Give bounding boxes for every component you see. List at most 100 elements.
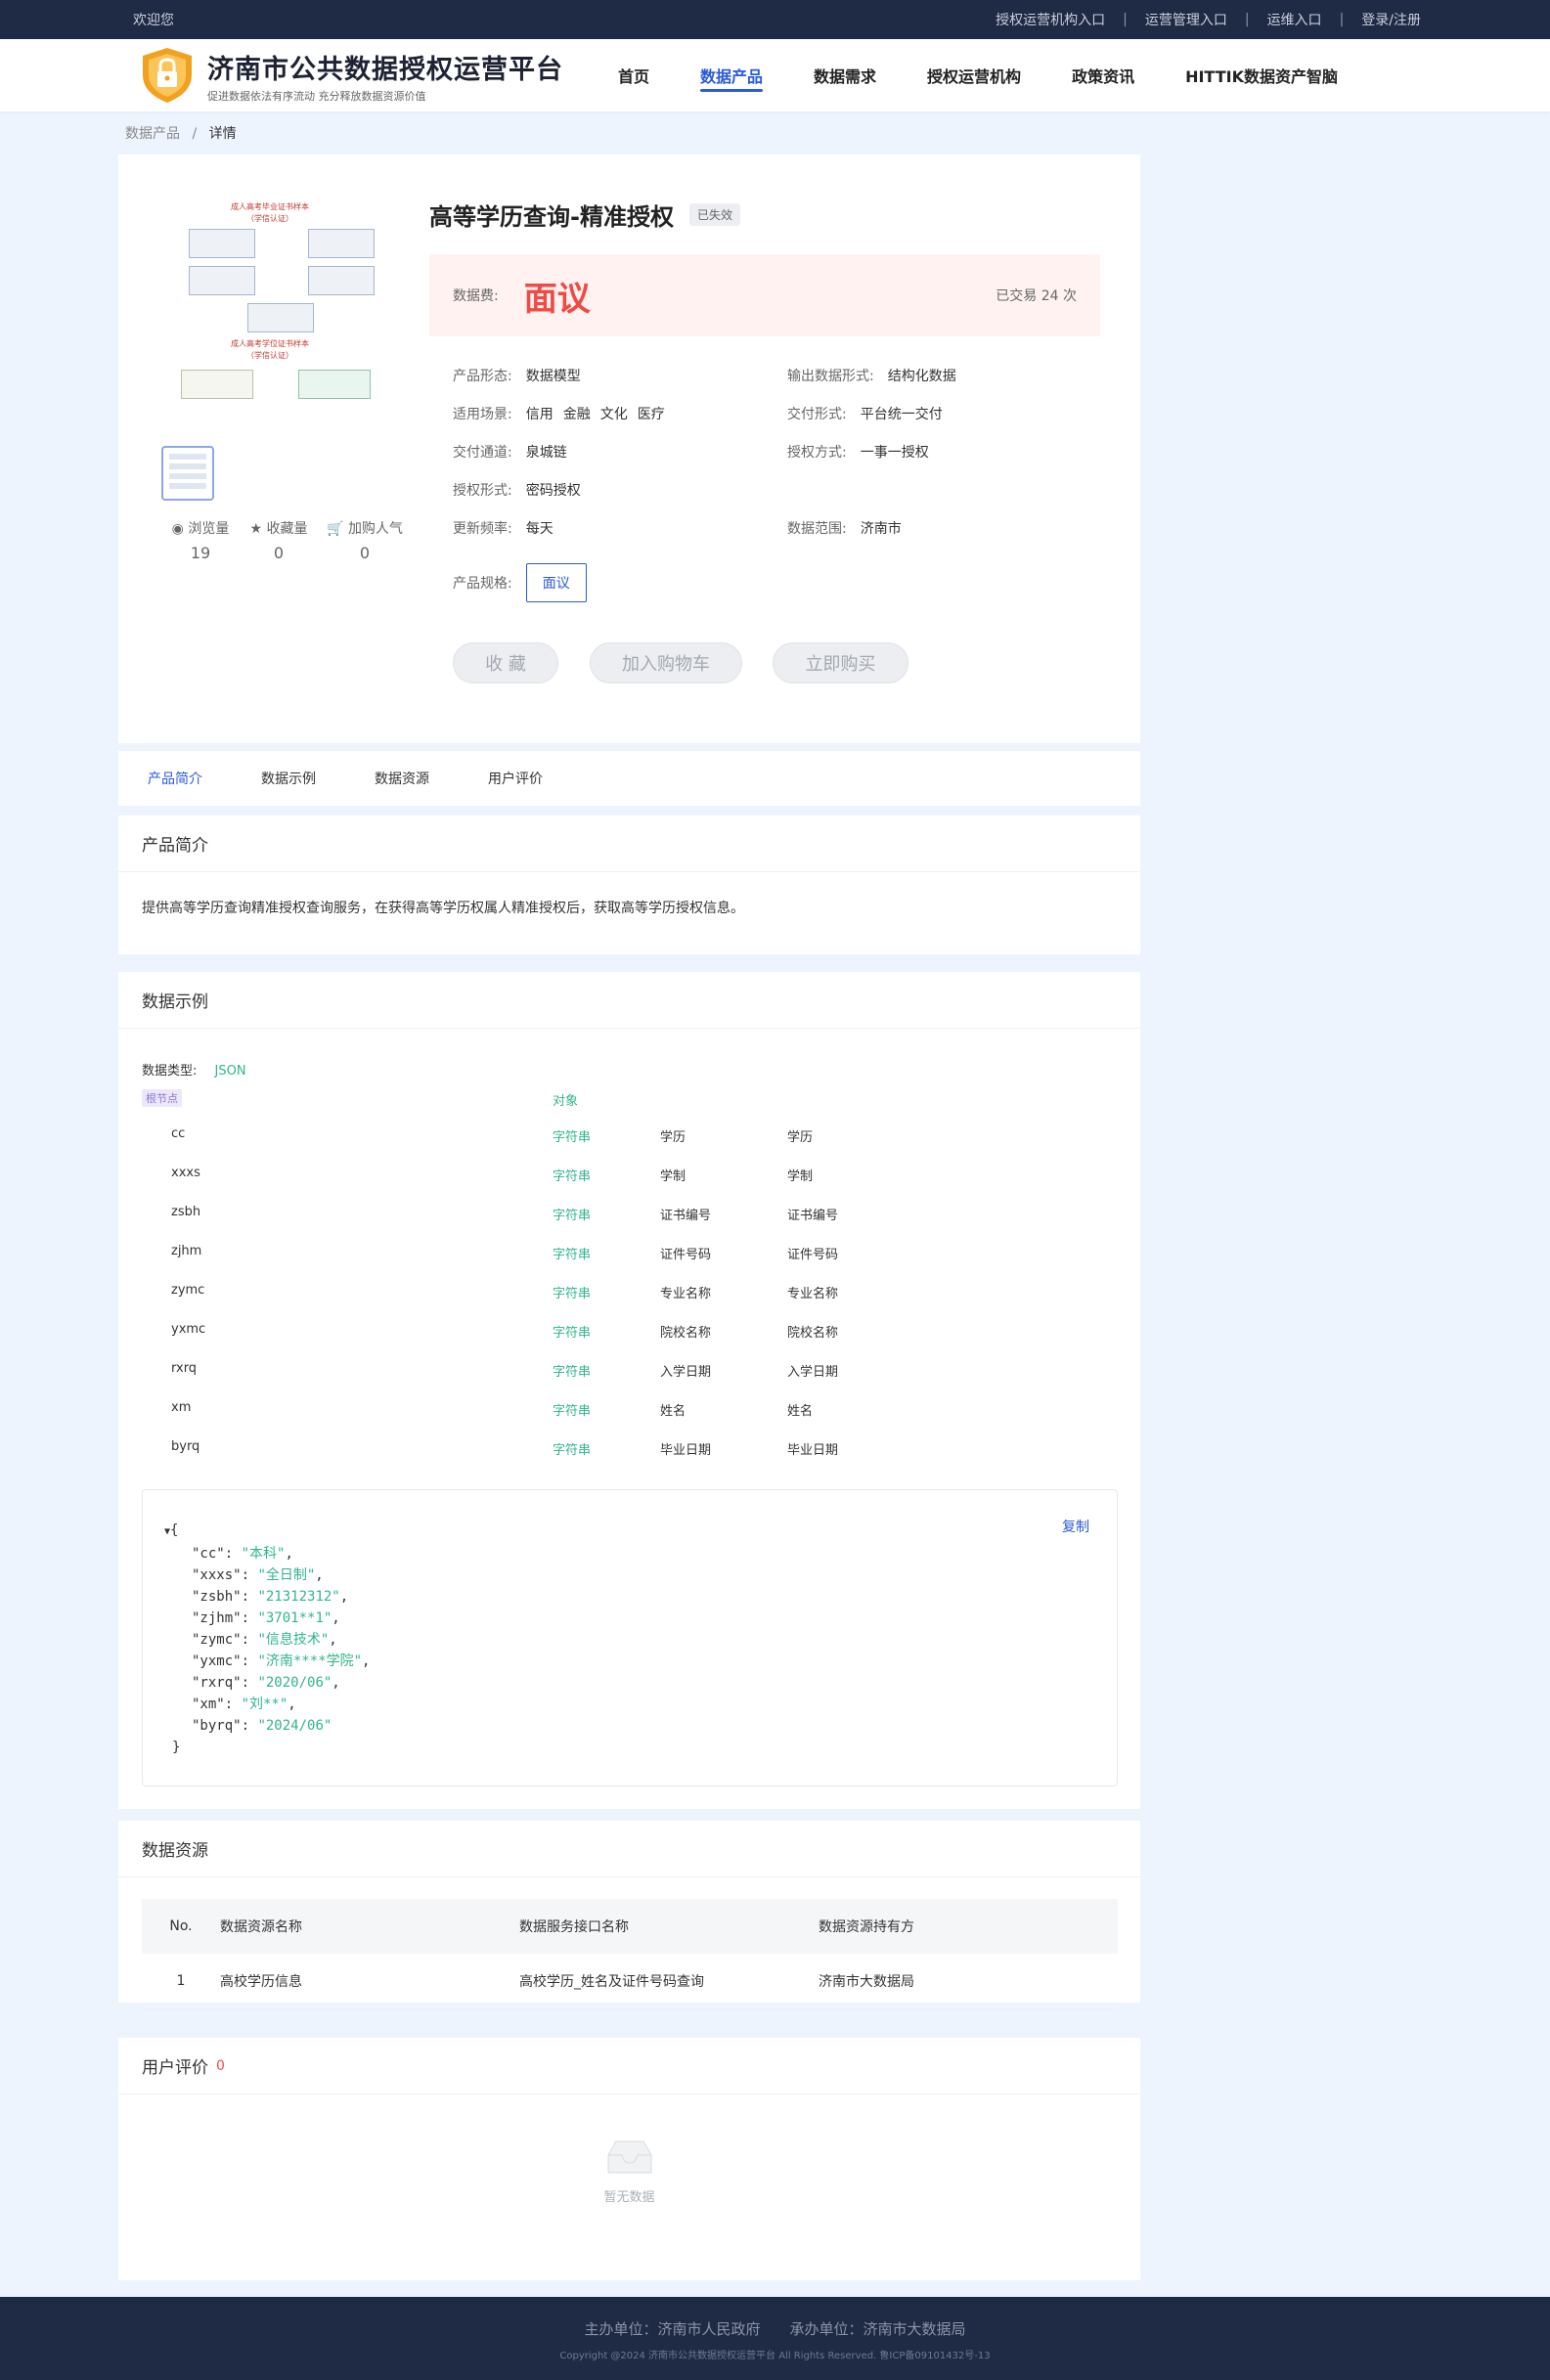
- json-line: "zjhm": "3701**1",: [192, 1610, 340, 1626]
- attr-range: 数据范围: 济南市: [787, 521, 902, 537]
- intro-section: 产品简介 提供高等学历查询精准授权查询服务，在获得高等学历权属人精准授权后，获取…: [118, 815, 1140, 954]
- image-thumbnail[interactable]: [161, 446, 214, 501]
- json-line: "xm": "刘**",: [192, 1697, 296, 1712]
- scene-tag: 金融: [562, 407, 591, 422]
- stat-favorites: ★ 收藏量 0: [240, 518, 318, 562]
- nav-operators[interactable]: 授权运营机构: [927, 39, 1021, 111]
- table-cell: 济南市大数据局: [819, 1973, 914, 1990]
- field-key: zymc: [171, 1283, 205, 1298]
- login-register-link[interactable]: 登录/注册: [1361, 10, 1421, 29]
- field-desc: 姓名: [787, 1404, 814, 1419]
- product-stats: ◉ 浏览量 19 ★ 收藏量 0 🛒 加购人气 0: [161, 518, 412, 562]
- field-name: 姓名: [660, 1404, 686, 1419]
- tab-review[interactable]: 用户评价: [488, 769, 543, 788]
- image-caption-2b: （学信认证）: [246, 351, 293, 360]
- field-name: 院校名称: [660, 1326, 712, 1341]
- table-header: No. 数据资源名称 数据服务接口名称 数据资源持有方: [142, 1899, 1118, 1954]
- root-node-tag: 根节点: [142, 1089, 182, 1107]
- tab-resource[interactable]: 数据资源: [375, 769, 429, 788]
- image-caption-1: 成人高考毕业证书样本: [231, 202, 309, 211]
- diploma-thumb: [298, 370, 371, 399]
- field-type: 字符串: [553, 1404, 592, 1419]
- field-desc: 院校名称: [787, 1326, 839, 1341]
- field-desc: 专业名称: [787, 1287, 839, 1301]
- field-desc: 证书编号: [787, 1209, 839, 1223]
- field-type: 字符串: [553, 1287, 592, 1301]
- image-caption-2: 成人高考学位证书样本: [231, 339, 309, 348]
- tab-example[interactable]: 数据示例: [261, 769, 316, 788]
- favorite-button[interactable]: 收 藏: [453, 642, 558, 683]
- field-name: 专业名称: [660, 1287, 712, 1301]
- attr-scene: 适用场景: 信用 金融 文化 医疗: [453, 404, 675, 423]
- certificate-thumb: [247, 303, 314, 332]
- main-nav: 首页 数据产品 数据需求 授权运营机构 政策资讯 HITTIK数据资产智脑: [618, 39, 1389, 111]
- example-section: 数据示例 数据类型: JSON 根节点 对象 cc 字符串 学历 学历 xxxs 字符串学…: [118, 972, 1140, 1809]
- empty-inbox-icon: [607, 2140, 651, 2174]
- field-type: 字符串: [553, 1130, 592, 1145]
- stat-value: 19: [190, 544, 211, 562]
- nav-hittik[interactable]: HITTIK数据资产智脑: [1185, 39, 1338, 111]
- field-key: xm: [171, 1400, 192, 1415]
- tab-intro[interactable]: 产品简介: [148, 769, 202, 788]
- scene-tag: 信用: [525, 407, 554, 422]
- field-name: 学历: [660, 1130, 686, 1145]
- site-subtitle: 促进数据依法有序流动 充分释放数据资源价值: [207, 89, 426, 103]
- product-image[interactable]: 成人高考毕业证书样本 （学信认证） 成人高考学位证书样本 （学信认证）: [161, 199, 378, 430]
- data-type: 数据类型: JSON: [142, 1064, 246, 1079]
- site-logo[interactable]: 济南市公共数据授权运营平台 促进数据依法有序流动 充分释放数据资源价值: [139, 46, 618, 105]
- json-line: "byrq": "2024/06": [192, 1718, 332, 1734]
- top-links: 授权运营机构入口 | 运营管理入口 | 运维入口 | 登录/注册: [996, 10, 1421, 29]
- field-name: 学制: [660, 1169, 686, 1184]
- divider: |: [1123, 12, 1128, 27]
- field-name: 证件号码: [660, 1248, 712, 1262]
- org-entry-link[interactable]: 授权运营机构入口: [996, 10, 1105, 29]
- empty-text: 暂无数据: [603, 2190, 655, 2205]
- stat-views: ◉ 浏览量 19: [161, 518, 240, 562]
- root-type: 对象: [553, 1094, 579, 1109]
- star-icon: ★: [249, 521, 263, 537]
- footer: 主办单位：济南市人民政府 承办单位：济南市大数据局 Copyright @202…: [0, 2297, 1550, 2380]
- maintenance-link[interactable]: 运维入口: [1267, 10, 1322, 29]
- field-type: 字符串: [553, 1209, 592, 1223]
- json-line: "cc": "本科",: [192, 1546, 293, 1562]
- shield-logo-icon: [143, 48, 192, 103]
- top-bar: 欢迎您 授权运营机构入口 | 运营管理入口 | 运维入口 | 登录/注册: [0, 0, 1550, 39]
- attr-spec: 产品规格: 面议: [453, 563, 587, 602]
- nav-home[interactable]: 首页: [618, 39, 649, 111]
- price-box: 数据费: 面议 已交易 24 次: [429, 254, 1100, 336]
- buy-now-button[interactable]: 立即购买: [773, 642, 908, 683]
- column-header: 数据资源名称: [220, 1919, 302, 1935]
- table-cell: 1: [176, 1972, 186, 1989]
- field-key: xxxs: [171, 1166, 200, 1180]
- review-count: 0: [216, 2057, 225, 2074]
- field-desc: 入学日期: [787, 1365, 839, 1380]
- nav-policy[interactable]: 政策资讯: [1072, 39, 1134, 111]
- field-desc: 毕业日期: [787, 1443, 839, 1458]
- copy-button[interactable]: 复制: [1062, 1516, 1089, 1537]
- section-title: 产品简介: [118, 815, 1140, 872]
- diploma-thumb: [181, 370, 253, 399]
- review-section: 用户评价 0 暂无数据: [118, 2038, 1140, 2280]
- attr-output: 输出数据形式: 结构化数据: [787, 369, 956, 384]
- intro-text: 提供高等学历查询精准授权查询服务，在获得高等学历权属人精准授权后，获取高等学历授…: [142, 901, 744, 916]
- empty-state: 暂无数据: [118, 2138, 1140, 2205]
- nav-data-demand[interactable]: 数据需求: [814, 39, 876, 111]
- field-name: 入学日期: [660, 1365, 712, 1380]
- spec-option[interactable]: 面议: [525, 563, 587, 602]
- attr-deliver: 交付形式: 平台统一交付: [787, 407, 943, 422]
- add-to-cart-button[interactable]: 加入购物车: [590, 642, 742, 683]
- stat-cart: 🛒 加购人气 0: [318, 518, 412, 562]
- nav-data-products[interactable]: 数据产品: [700, 39, 764, 111]
- json-line: "xxxs": "全日制",: [192, 1567, 324, 1583]
- scene-tag: 文化: [599, 407, 628, 422]
- section-title: 数据示例: [118, 972, 1140, 1029]
- footer-sponsor: 主办单位：济南市人民政府 承办单位：济南市大数据局: [584, 2320, 966, 2338]
- resource-table: No. 数据资源名称 数据服务接口名称 数据资源持有方 1 高校学历信息 高校学…: [142, 1899, 1118, 2009]
- field-desc: 学历: [787, 1130, 814, 1145]
- field-name: 毕业日期: [660, 1443, 712, 1458]
- detail-tabs: 产品简介 数据示例 数据资源 用户评价: [118, 751, 1140, 806]
- ops-manage-link[interactable]: 运营管理入口: [1145, 10, 1227, 29]
- breadcrumb-parent[interactable]: 数据产品: [125, 126, 180, 142]
- site-title: 济南市公共数据授权运营平台: [207, 54, 563, 85]
- stat-value: 0: [359, 544, 371, 562]
